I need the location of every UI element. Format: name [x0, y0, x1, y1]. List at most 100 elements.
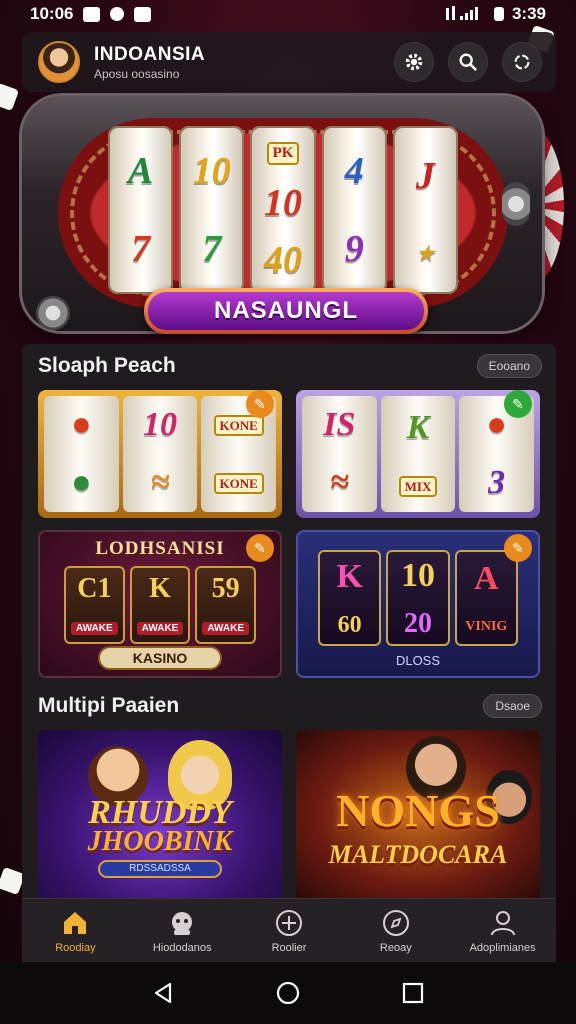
reel-symbol: A [127, 150, 154, 192]
hero-slot-machine[interactable]: A 7 10 7 PK 10 40 4 9 J ★ NASAUNGL [22, 96, 564, 336]
reel-tile: MIX [398, 475, 438, 497]
settings-button[interactable] [394, 42, 434, 82]
reel-tag: AWAKE [71, 621, 118, 635]
reel-symbol: ≈ [150, 464, 170, 501]
home-circle-icon[interactable] [275, 980, 301, 1006]
nav-item-home[interactable]: Roodiay [22, 899, 129, 962]
home-icon [64, 911, 87, 934]
tag-icon: ✎ [246, 390, 274, 418]
refresh-button[interactable] [502, 42, 542, 82]
status-bar: 10:06 3:39 [0, 0, 576, 28]
avatar[interactable] [38, 41, 80, 83]
card-tag: RDSSADSSA [98, 860, 222, 878]
reel-symbol: 7 [202, 228, 222, 270]
notification-icon [83, 6, 101, 22]
reel-tag: AWAKE [202, 621, 250, 635]
reel-symbol: 40 [264, 238, 302, 281]
see-all-button[interactable]: Dsaoe [483, 694, 542, 718]
reel: A VINIG [454, 550, 518, 646]
app-name: INDOANSIA [94, 43, 206, 65]
nav-label: Hiododanos [152, 941, 212, 954]
nav-item-profile[interactable]: Adoplimianes [449, 899, 556, 962]
plus-circle-icon [275, 909, 302, 936]
mascot-icon [172, 911, 193, 935]
reel-symbol: VINIG [465, 619, 508, 634]
game-card[interactable]: NONGS MALTDOCARA [296, 730, 540, 900]
system-navigation-bar [0, 962, 576, 1024]
app-header: INDOANSIA Aposu oosasino [22, 32, 556, 92]
game-card[interactable]: ● ● 10 ≈ KONE KONE ✎ [38, 390, 282, 518]
nav-label: Roodiay [55, 941, 96, 954]
card-reels: IS ≈ K MIX ● 3 [302, 396, 535, 512]
section-header: Sloaph Peach Eooano [38, 354, 542, 378]
reel: C1 AWAKE [64, 566, 125, 644]
section-header: Multipi Paaien Dsaoe [38, 694, 542, 718]
reel: J ★ [392, 126, 459, 294]
game-card[interactable]: IS ≈ K MIX ● 3 ✎ [296, 390, 540, 518]
reel-symbol: ≈ [330, 464, 349, 501]
hero-reels: A 7 10 7 PK 10 40 4 9 J ★ [108, 126, 459, 294]
reel-symbol: 60 [337, 611, 362, 638]
reel-tile: PK [266, 141, 300, 165]
bottom-navigation: Roodiay Hiododanos Roolier Reoay Adoplim… [22, 898, 556, 962]
message-icon [134, 6, 152, 22]
reel: 10 ≈ [122, 396, 198, 512]
card-machine: LODHSANISI C1 AWAKE K AWAKE 59 AWAKE KASINO [38, 530, 282, 678]
card-title: NONGS [336, 785, 500, 836]
card-machine: K 60 10 20 A VINIG DLOSS [296, 530, 540, 678]
reel: A 7 [108, 126, 174, 294]
hero-banner-label: NASAUNGL [148, 292, 424, 330]
see-all-button[interactable]: Eooano [476, 354, 542, 378]
back-icon[interactable] [150, 980, 176, 1006]
reel-symbol: K [149, 573, 171, 605]
nav-label: Roolier [271, 941, 307, 954]
reel-symbol: IS [323, 406, 356, 443]
card-footer: DLOSS [395, 653, 441, 668]
dice-decoration [0, 82, 20, 112]
reel-symbol: 59 [211, 573, 240, 605]
tag-icon: ✎ [504, 534, 532, 562]
card-footer: KASINO [98, 646, 222, 670]
reel-symbol: 20 [403, 607, 432, 639]
reel: 4 9 [321, 126, 387, 294]
gear-icon [405, 53, 423, 71]
game-card[interactable]: LODHSANISI C1 AWAKE K AWAKE 59 AWAKE KASINO… [38, 530, 282, 678]
status-time: 10:06 [30, 4, 74, 23]
reel-symbol: ★ [416, 242, 435, 265]
signal-icon [445, 6, 478, 20]
reel-symbol: J [415, 154, 435, 197]
card-reels: C1 AWAKE K AWAKE 59 AWAKE [64, 566, 257, 644]
nav-label: Adoplimianes [469, 941, 536, 954]
status-clock: 3:39 [511, 4, 546, 23]
search-button[interactable] [448, 42, 488, 82]
battery-icon [493, 7, 504, 21]
nav-item-explore[interactable]: Reoay [342, 899, 449, 962]
lever-icon [502, 182, 530, 226]
hero-banner-button[interactable]: NASAUNGL [144, 288, 428, 334]
reel-symbol: 3 [488, 464, 506, 501]
reel-symbol: 10 [143, 406, 177, 443]
refresh-icon [514, 54, 530, 70]
card-title: LODHSANISI [95, 538, 225, 559]
reel-symbol: 10 [400, 556, 435, 594]
card-reels: ● ● 10 ≈ KONE KONE [44, 396, 277, 512]
tag-icon: ✎ [246, 534, 274, 562]
recents-icon[interactable] [400, 980, 426, 1006]
nav-item-mascot[interactable]: Hiododanos [129, 899, 236, 962]
compass-icon [382, 909, 409, 936]
nav-label: Reoay [379, 941, 412, 954]
reel: IS ≈ [302, 396, 377, 512]
nav-item-add[interactable]: Roolier [236, 899, 343, 962]
vpn-icon [110, 7, 125, 21]
game-card[interactable]: RHUDDY JHOOBINK RDSSADSSA [38, 730, 282, 900]
reel: K AWAKE [129, 566, 191, 644]
reel-symbol: ● [71, 464, 92, 501]
mascot-icon: ● [486, 406, 507, 443]
game-card[interactable]: K 60 10 20 A VINIG DLOSS ✎ [296, 530, 540, 678]
profile-icon [490, 910, 515, 935]
reel-symbol: 7 [131, 228, 151, 270]
reel-symbol: K [336, 557, 363, 595]
card-subtitle: MALTDOCARA [328, 840, 508, 869]
reel: K 60 [318, 550, 382, 646]
mascot-icon: ● [71, 406, 92, 443]
